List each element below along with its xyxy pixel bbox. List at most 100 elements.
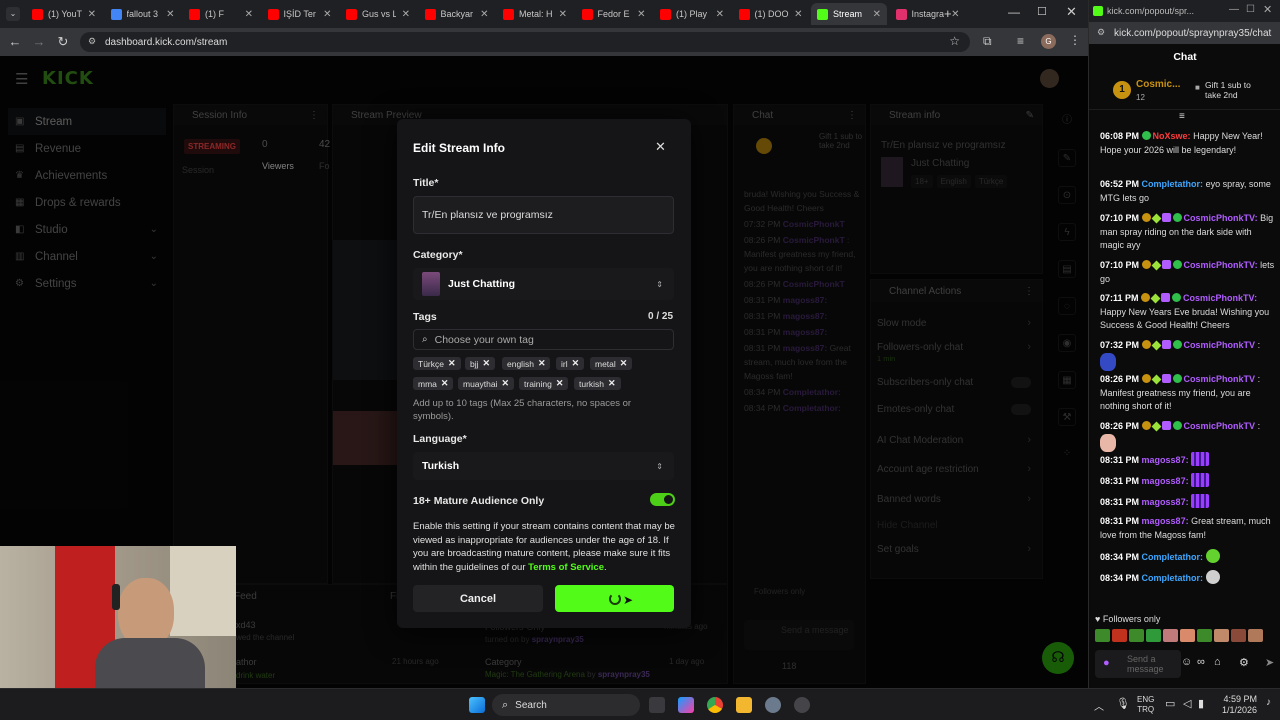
network-icon[interactable]: ▭ [1165, 697, 1175, 710]
task-view-icon[interactable] [649, 697, 665, 713]
tab-close-icon[interactable]: ✕ [402, 9, 410, 20]
collapse-pinned-icon[interactable]: ≡ [1179, 111, 1185, 122]
popout-chat-input[interactable]: ● Send a message [1095, 650, 1181, 678]
message-username[interactable]: CosmicPhonkTV: [1183, 293, 1257, 303]
tab-search-icon[interactable]: ⌄ [6, 7, 20, 21]
follower-emote-icon[interactable] [1129, 629, 1144, 642]
language-select[interactable]: Turkish ⇕ [413, 452, 674, 480]
remove-tag-icon[interactable]: ✕ [620, 358, 628, 369]
remove-tag-icon[interactable]: ✕ [538, 358, 546, 369]
popout-maximize-icon[interactable]: ☐ [1246, 4, 1255, 15]
cancel-button[interactable]: Cancel [413, 585, 543, 612]
minimize-icon[interactable]: — [1008, 5, 1020, 19]
tray-chevron-icon[interactable]: ︿ [1094, 698, 1104, 713]
follower-emote-icon[interactable] [1231, 629, 1246, 642]
remove-tag-icon[interactable]: ✕ [572, 358, 580, 369]
message-username[interactable]: CosmicPhonkTV [1184, 374, 1256, 384]
link-icon[interactable]: ∞ [1197, 656, 1205, 668]
chrome-icon[interactable] [707, 697, 723, 713]
file-explorer-icon[interactable] [736, 697, 752, 713]
tab-close-icon[interactable]: ✕ [559, 9, 567, 20]
browser-tab[interactable]: Gus vs L ✕ [340, 3, 416, 25]
tab-close-icon[interactable]: ✕ [166, 9, 174, 20]
popout-close-icon[interactable]: ✕ [1263, 3, 1272, 16]
remove-tag-icon[interactable]: ✕ [483, 358, 491, 369]
obs-icon[interactable] [794, 697, 810, 713]
browser-tab[interactable]: Stream ✕ [811, 3, 887, 25]
forward-icon[interactable]: → [31, 34, 47, 49]
follower-emote-icon[interactable] [1146, 629, 1161, 642]
close-icon[interactable]: ✕ [655, 139, 666, 155]
browser-tab[interactable]: (1) F ✕ [183, 3, 259, 25]
store-icon[interactable]: ⌂ [1214, 656, 1221, 668]
new-tab-button[interactable]: + [944, 6, 952, 21]
tab-close-icon[interactable]: ✕ [88, 9, 96, 20]
title-input[interactable]: Tr/En plansız ve programsız [413, 196, 674, 234]
tab-close-icon[interactable]: ✕ [323, 9, 331, 20]
follower-emote-icon[interactable] [1180, 629, 1195, 642]
clock[interactable]: 4:59 PM 1/1/2026 [1222, 694, 1257, 716]
follower-emote-icon[interactable] [1197, 629, 1212, 642]
pinned-gift-text[interactable]: Gift 1 sub to take 2nd [1205, 80, 1265, 100]
follower-emote-icon[interactable] [1214, 629, 1229, 642]
tags-input[interactable]: ⌕ Choose your own tag [413, 329, 674, 350]
message-username[interactable]: magoss87: [1142, 455, 1189, 465]
settings-app-icon[interactable] [765, 697, 781, 713]
maximize-icon[interactable]: ☐ [1037, 5, 1047, 18]
reload-icon[interactable]: ↻ [55, 34, 71, 50]
remove-tag-icon[interactable]: ✕ [441, 378, 449, 389]
remove-tag-icon[interactable]: ✕ [448, 358, 456, 369]
follower-emote-icon[interactable] [1112, 629, 1127, 642]
chat-settings-icon[interactable]: ⚙ [1239, 656, 1249, 669]
message-username[interactable]: CosmicPhonkTV [1184, 421, 1256, 431]
popout-minimize-icon[interactable]: — [1229, 4, 1239, 15]
message-username[interactable]: NoXswe: [1153, 131, 1191, 141]
taskbar-search[interactable]: ⌕ Search [492, 694, 640, 716]
tab-close-icon[interactable]: ✕ [873, 9, 881, 20]
close-window-icon[interactable]: ✕ [1066, 4, 1077, 20]
message-username[interactable]: magoss87: [1142, 516, 1189, 526]
message-username[interactable]: magoss87: [1142, 497, 1189, 507]
browser-tab[interactable]: (1) Play ✕ [654, 3, 730, 25]
popout-address-bar[interactable]: ⚙ kick.com/popout/spraynpray35/chat [1089, 22, 1280, 44]
input-language[interactable]: ENG TRQ [1137, 695, 1154, 715]
remove-tag-icon[interactable]: ✕ [502, 378, 510, 389]
battery-icon[interactable]: ▮ [1198, 697, 1204, 710]
bookmark-star-icon[interactable]: ☆ [949, 34, 960, 48]
message-username[interactable]: magoss87: [1142, 476, 1189, 486]
message-username[interactable]: Completathor: [1142, 573, 1204, 583]
notification-bell-icon[interactable]: ♪ [1266, 697, 1271, 708]
tab-close-icon[interactable]: ✕ [951, 9, 959, 20]
tab-close-icon[interactable]: ✕ [245, 9, 253, 20]
mic-icon[interactable]: ● [1103, 657, 1110, 669]
tab-close-icon[interactable]: ✕ [794, 9, 802, 20]
browser-tab[interactable]: Instagra ✕ [890, 3, 966, 25]
browser-tab[interactable]: fallout 3 ✕ [105, 3, 181, 25]
back-icon[interactable]: ← [7, 34, 23, 49]
tab-close-icon[interactable]: ✕ [480, 9, 488, 20]
message-username[interactable]: CosmicPhonkTV: [1184, 213, 1258, 223]
tray-mic-icon[interactable]: 🎙 [1116, 697, 1130, 710]
follower-emote-icon[interactable] [1248, 629, 1263, 642]
emote-picker-icon[interactable]: ☺ [1181, 656, 1192, 668]
browser-menu-icon[interactable]: ⋮ [1069, 33, 1081, 47]
site-info-icon[interactable]: ⚙ [88, 36, 96, 47]
message-username[interactable]: CosmicPhonkTV [1184, 340, 1256, 350]
remove-tag-icon[interactable]: ✕ [608, 378, 616, 389]
message-username[interactable]: Completathor: [1142, 179, 1204, 189]
message-username[interactable]: Completathor: [1142, 552, 1204, 562]
windows-start-icon[interactable] [469, 697, 485, 713]
follower-emote-icon[interactable] [1095, 629, 1110, 642]
browser-tab[interactable]: Metal: H ✕ [497, 3, 573, 25]
profile-avatar[interactable]: G [1041, 34, 1056, 49]
category-select[interactable]: Just Chatting ⇕ [413, 268, 674, 300]
tab-close-icon[interactable]: ✕ [716, 9, 724, 20]
chat-send-icon[interactable]: ➤ [1265, 656, 1274, 669]
copilot-icon[interactable] [678, 697, 694, 713]
browser-tab[interactable]: Backyar ✕ [419, 3, 495, 25]
remove-tag-icon[interactable]: ✕ [556, 378, 564, 389]
browser-tab[interactable]: IŞİD Ter ✕ [262, 3, 338, 25]
save-button[interactable] [555, 585, 674, 612]
browser-tab[interactable]: (1) YouT ✕ [26, 3, 102, 25]
volume-icon[interactable]: ◁ [1183, 697, 1191, 710]
